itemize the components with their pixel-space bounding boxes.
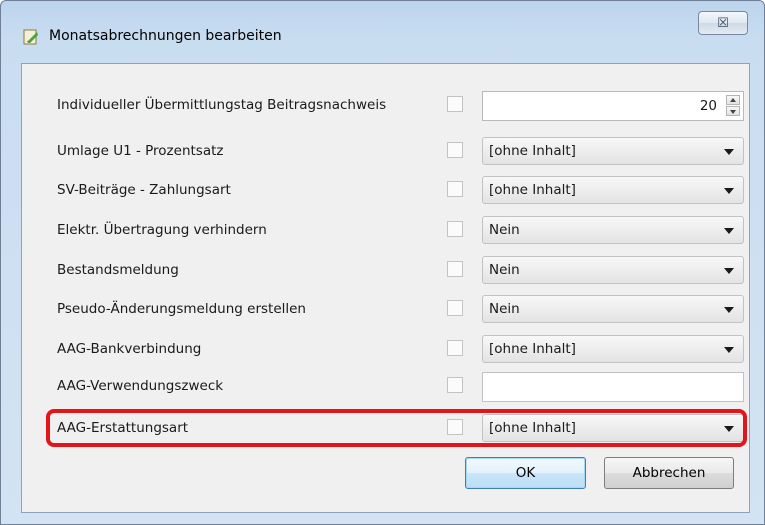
row-sv-zahlungsart: SV-Beiträge - Zahlungsart [ohne Inhalt]: [22, 170, 749, 210]
field-label: SV-Beiträge - Zahlungsart: [57, 182, 231, 198]
umlage-u1-select[interactable]: [ohne Inhalt]: [482, 137, 744, 165]
row-bestandsmeldung: Bestandsmeldung Nein: [22, 250, 749, 290]
aag-bankverbindung-select[interactable]: [ohne Inhalt]: [482, 335, 744, 363]
select-value: Nein: [489, 301, 520, 317]
row-aag-erstattungsart: AAG-Erstattungsart [ohne Inhalt]: [22, 408, 749, 448]
row-checkbox[interactable]: [447, 419, 463, 435]
chevron-down-icon[interactable]: [724, 426, 734, 432]
field-label: Elektr. Übertragung verhindern: [57, 222, 267, 238]
row-checkbox[interactable]: [447, 142, 463, 158]
field-label: AAG-Verwendungszweck: [57, 378, 224, 394]
row-umlage-u1: Umlage U1 - Prozentsatz [ohne Inhalt]: [22, 131, 749, 171]
spinner-up-icon[interactable]: [726, 95, 740, 105]
spinner-down-icon[interactable]: [726, 106, 740, 116]
chevron-down-icon[interactable]: [724, 307, 734, 313]
row-uebermittlungstag: Individueller Übermittlungstag Beitragsn…: [22, 85, 749, 125]
aag-verwendungszweck-field[interactable]: [482, 372, 744, 402]
pseudo-aenderungsmeldung-select[interactable]: Nein: [482, 295, 744, 323]
dialog-content: Individueller Übermittlungstag Beitragsn…: [21, 63, 750, 513]
chevron-down-icon[interactable]: [724, 347, 734, 353]
field-label: Individueller Übermittlungstag Beitragsn…: [57, 97, 387, 113]
select-value: [ohne Inhalt]: [489, 341, 576, 357]
uebermittlungstag-spinner[interactable]: 20: [482, 91, 744, 121]
row-elektr-uebertragung: Elektr. Übertragung verhindern Nein: [22, 210, 749, 250]
field-label: Pseudo-Änderungsmeldung erstellen: [57, 301, 306, 317]
field-label: AAG-Erstattungsart: [57, 420, 189, 436]
field-label: Umlage U1 - Prozentsatz: [57, 143, 224, 159]
row-checkbox[interactable]: [447, 377, 463, 393]
row-checkbox[interactable]: [447, 261, 463, 277]
row-checkbox[interactable]: [447, 300, 463, 316]
chevron-down-icon[interactable]: [724, 188, 734, 194]
row-checkbox[interactable]: [447, 340, 463, 356]
select-value: Nein: [489, 262, 520, 278]
dialog-window: Monatsabrechnungen bearbeiten ☒ Individu…: [0, 0, 765, 525]
title-bar[interactable]: Monatsabrechnungen bearbeiten ☒: [1, 1, 764, 63]
bestandsmeldung-select[interactable]: Nein: [482, 256, 744, 284]
cancel-button[interactable]: Abbrechen: [604, 457, 734, 489]
select-value: [ohne Inhalt]: [489, 143, 576, 159]
spinner-buttons: [726, 95, 740, 117]
row-checkbox[interactable]: [447, 96, 463, 112]
spinner-value[interactable]: 20: [700, 92, 717, 120]
row-checkbox[interactable]: [447, 221, 463, 237]
elektr-uebertragung-select[interactable]: Nein: [482, 216, 744, 244]
row-checkbox[interactable]: [447, 181, 463, 197]
close-icon: ☒: [717, 15, 729, 31]
app-edit-icon: [23, 29, 38, 45]
close-button[interactable]: ☒: [698, 11, 748, 35]
chevron-down-icon[interactable]: [724, 268, 734, 274]
chevron-down-icon[interactable]: [724, 228, 734, 234]
row-pseudo-aenderungsmeldung: Pseudo-Änderungsmeldung erstellen Nein: [22, 289, 749, 329]
select-value: [ohne Inhalt]: [489, 420, 576, 436]
row-aag-bankverbindung: AAG-Bankverbindung [ohne Inhalt]: [22, 329, 749, 369]
aag-erstattungsart-select[interactable]: [ohne Inhalt]: [482, 414, 744, 442]
ok-button[interactable]: OK: [465, 457, 586, 489]
sv-zahlungsart-select[interactable]: [ohne Inhalt]: [482, 176, 744, 204]
field-label: Bestandsmeldung: [57, 262, 179, 278]
select-value: Nein: [489, 222, 520, 238]
window-title: Monatsabrechnungen bearbeiten: [49, 28, 282, 44]
select-value: [ohne Inhalt]: [489, 182, 576, 198]
chevron-down-icon[interactable]: [724, 149, 734, 155]
field-label: AAG-Bankverbindung: [57, 341, 202, 357]
row-aag-verwendungszweck: AAG-Verwendungszweck: [22, 366, 749, 406]
